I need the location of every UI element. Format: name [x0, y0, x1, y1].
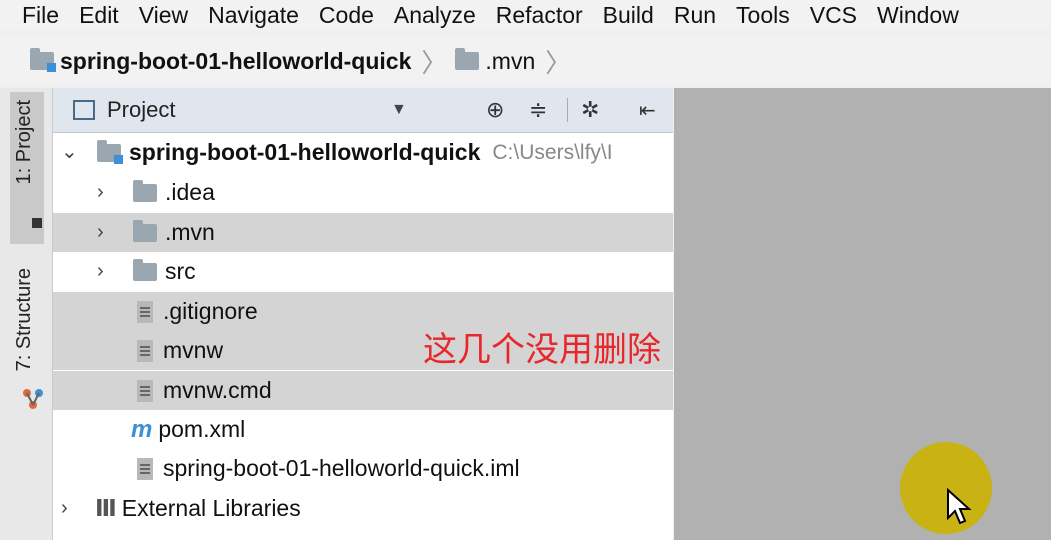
tree-item-label: mvnw.cmd [163, 377, 272, 403]
view-dropdown-icon[interactable]: ▼ [391, 101, 407, 119]
project-panel-header: Project ▼ ⊕ ≑ ✲ ⇤ [53, 88, 673, 133]
hide-panel-icon[interactable]: ⇤ [639, 98, 656, 123]
locate-icon[interactable]: ⊕ [486, 97, 504, 123]
tree-row-pom[interactable]: m pom.xml [53, 410, 673, 449]
root-project-label: spring-boot-01-helloworld-quick [129, 139, 481, 165]
tree-item-label: mvnw [163, 337, 224, 363]
annotation-text: 这几个没用删除 [423, 330, 661, 370]
breadcrumb-folder[interactable]: .mvn [455, 48, 535, 75]
tree-item-label: .gitignore [163, 298, 258, 324]
module-folder-icon [30, 48, 56, 72]
menu-vcs[interactable]: VCS [810, 2, 857, 29]
navigation-bar: spring-boot-01-helloworld-quick 〉 .mvn 〉 [0, 38, 1051, 84]
menu-run[interactable]: Run [674, 2, 716, 29]
menu-file[interactable]: File [22, 2, 59, 29]
breadcrumb-separator-icon: 〉 [545, 47, 572, 78]
menu-edit[interactable]: Edit [79, 2, 119, 29]
text-file-icon [137, 300, 153, 323]
menu-window[interactable]: Window [877, 2, 959, 29]
collapse-all-icon[interactable]: ≑ [529, 97, 547, 123]
chevron-right-icon[interactable]: › [97, 221, 104, 244]
menu-analyze[interactable]: Analyze [394, 2, 476, 29]
tab-structure[interactable]: 7: Structure [13, 268, 36, 371]
menu-build[interactable]: Build [603, 2, 654, 29]
folder-icon [133, 258, 157, 281]
structure-icon [23, 389, 43, 409]
maven-icon: m [131, 415, 153, 443]
menu-bar: File Edit View Navigate Code Analyze Ref… [0, 0, 1051, 30]
tab-project[interactable]: 1: Project [13, 100, 36, 184]
tree-row-iml[interactable]: spring-boot-01-helloworld-quick.iml [53, 449, 673, 488]
libraries-icon: Ⅲ [95, 495, 117, 521]
module-file-icon [137, 457, 153, 480]
editor-empty-area [674, 88, 1051, 540]
gear-icon[interactable]: ✲ [581, 97, 599, 123]
tree-row-mvn[interactable]: › .mvn [53, 213, 673, 252]
toolbar-separator [567, 98, 568, 122]
menu-navigate[interactable]: Navigate [208, 2, 299, 29]
menu-tools[interactable]: Tools [736, 2, 790, 29]
module-folder-icon [97, 139, 123, 164]
project-tool-icon [32, 218, 42, 228]
breadcrumb-project[interactable]: spring-boot-01-helloworld-quick [30, 48, 411, 75]
chevron-right-icon[interactable]: › [97, 260, 104, 283]
project-view-icon [73, 100, 95, 120]
tree-row-root[interactable]: ⌄ spring-boot-01-helloworld-quick C:\Use… [53, 133, 673, 172]
folder-icon [133, 219, 157, 242]
folder-icon [455, 48, 480, 70]
chevron-down-icon[interactable]: ⌄ [61, 139, 78, 164]
tree-row-idea[interactable]: › .idea [53, 173, 673, 212]
text-file-icon [137, 379, 153, 402]
chevron-right-icon[interactable]: › [97, 181, 104, 204]
mouse-cursor-icon [947, 488, 972, 525]
folder-icon [133, 179, 157, 202]
menu-refactor[interactable]: Refactor [496, 2, 583, 29]
tree-item-label: External Libraries [121, 495, 301, 521]
tree-item-label: spring-boot-01-helloworld-quick.iml [163, 455, 520, 481]
breadcrumb-separator-icon: 〉 [421, 47, 448, 78]
breadcrumb-folder-label: .mvn [485, 47, 536, 74]
menu-code[interactable]: Code [319, 2, 374, 29]
tree-item-label: src [165, 258, 196, 284]
menu-view[interactable]: View [139, 2, 188, 29]
tree-item-label: .idea [165, 179, 215, 205]
panel-title[interactable]: Project [107, 97, 175, 123]
root-path-label: C:\Users\lfy\I [492, 140, 613, 164]
text-file-icon [137, 339, 153, 362]
tree-row-mvnw-cmd[interactable]: mvnw.cmd [53, 371, 673, 410]
chevron-right-icon[interactable]: › [61, 497, 68, 520]
tree-row-external-libraries[interactable]: › Ⅲ External Libraries [53, 489, 673, 528]
tree-item-label: .mvn [165, 219, 215, 245]
tree-row-src[interactable]: › src [53, 252, 673, 291]
tree-item-label: pom.xml [158, 416, 246, 442]
breadcrumb-project-label: spring-boot-01-helloworld-quick [60, 47, 412, 74]
